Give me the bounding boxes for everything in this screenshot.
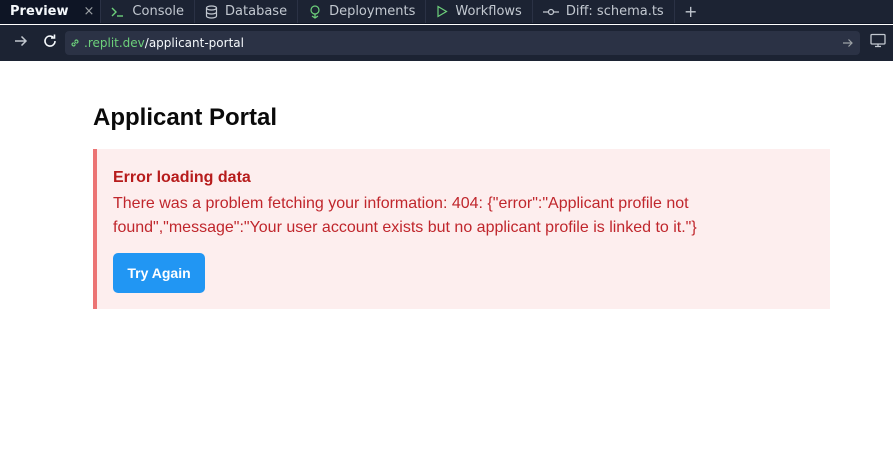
error-alert: Error loading data There was a problem f… — [93, 149, 830, 309]
try-again-button[interactable]: Try Again — [113, 253, 205, 293]
tab-label: Deployments — [329, 4, 416, 19]
url-path: /applicant-portal — [144, 36, 244, 50]
url-domain: .replit.dev — [84, 36, 145, 50]
tab-deployments[interactable]: Deployments — [298, 0, 427, 23]
deploy-icon — [308, 4, 322, 19]
reload-button[interactable] — [40, 33, 60, 53]
error-title: Error loading data — [113, 169, 251, 186]
monitor-icon — [870, 33, 886, 53]
tab-preview[interactable]: Preview × — [0, 0, 102, 23]
add-tab-button[interactable]: + — [675, 0, 707, 23]
tab-label: Database — [225, 4, 288, 19]
open-arrow-icon[interactable] — [842, 36, 854, 54]
forward-button[interactable] — [11, 33, 31, 53]
tab-workflows[interactable]: Workflows — [426, 0, 533, 23]
tab-label: Preview — [10, 4, 69, 19]
tab-label: Console — [132, 4, 185, 19]
tab-bar: Preview × Console Database Deployments W… — [0, 0, 893, 24]
terminal-icon — [111, 6, 125, 18]
play-icon — [436, 5, 449, 18]
address-bar: .replit.dev /applicant-portal — [0, 25, 893, 61]
tab-diff-schema[interactable]: Diff: schema.ts — [533, 0, 675, 23]
tab-database[interactable]: Database — [195, 0, 299, 23]
link-icon — [69, 37, 81, 49]
reload-icon — [42, 33, 58, 54]
commit-icon — [542, 7, 559, 17]
error-message: There was a problem fetching your inform… — [113, 195, 697, 236]
tab-label: Diff: schema.ts — [565, 4, 664, 19]
tab-label: Workflows — [455, 4, 522, 19]
devtools-button[interactable] — [868, 33, 888, 53]
close-icon[interactable]: × — [84, 4, 95, 19]
tab-console[interactable]: Console — [101, 0, 196, 23]
page-title: Applicant Portal — [93, 104, 278, 131]
url-input[interactable]: .replit.dev /applicant-portal — [65, 31, 860, 55]
arrow-right-icon — [14, 34, 28, 52]
database-icon — [205, 4, 218, 19]
